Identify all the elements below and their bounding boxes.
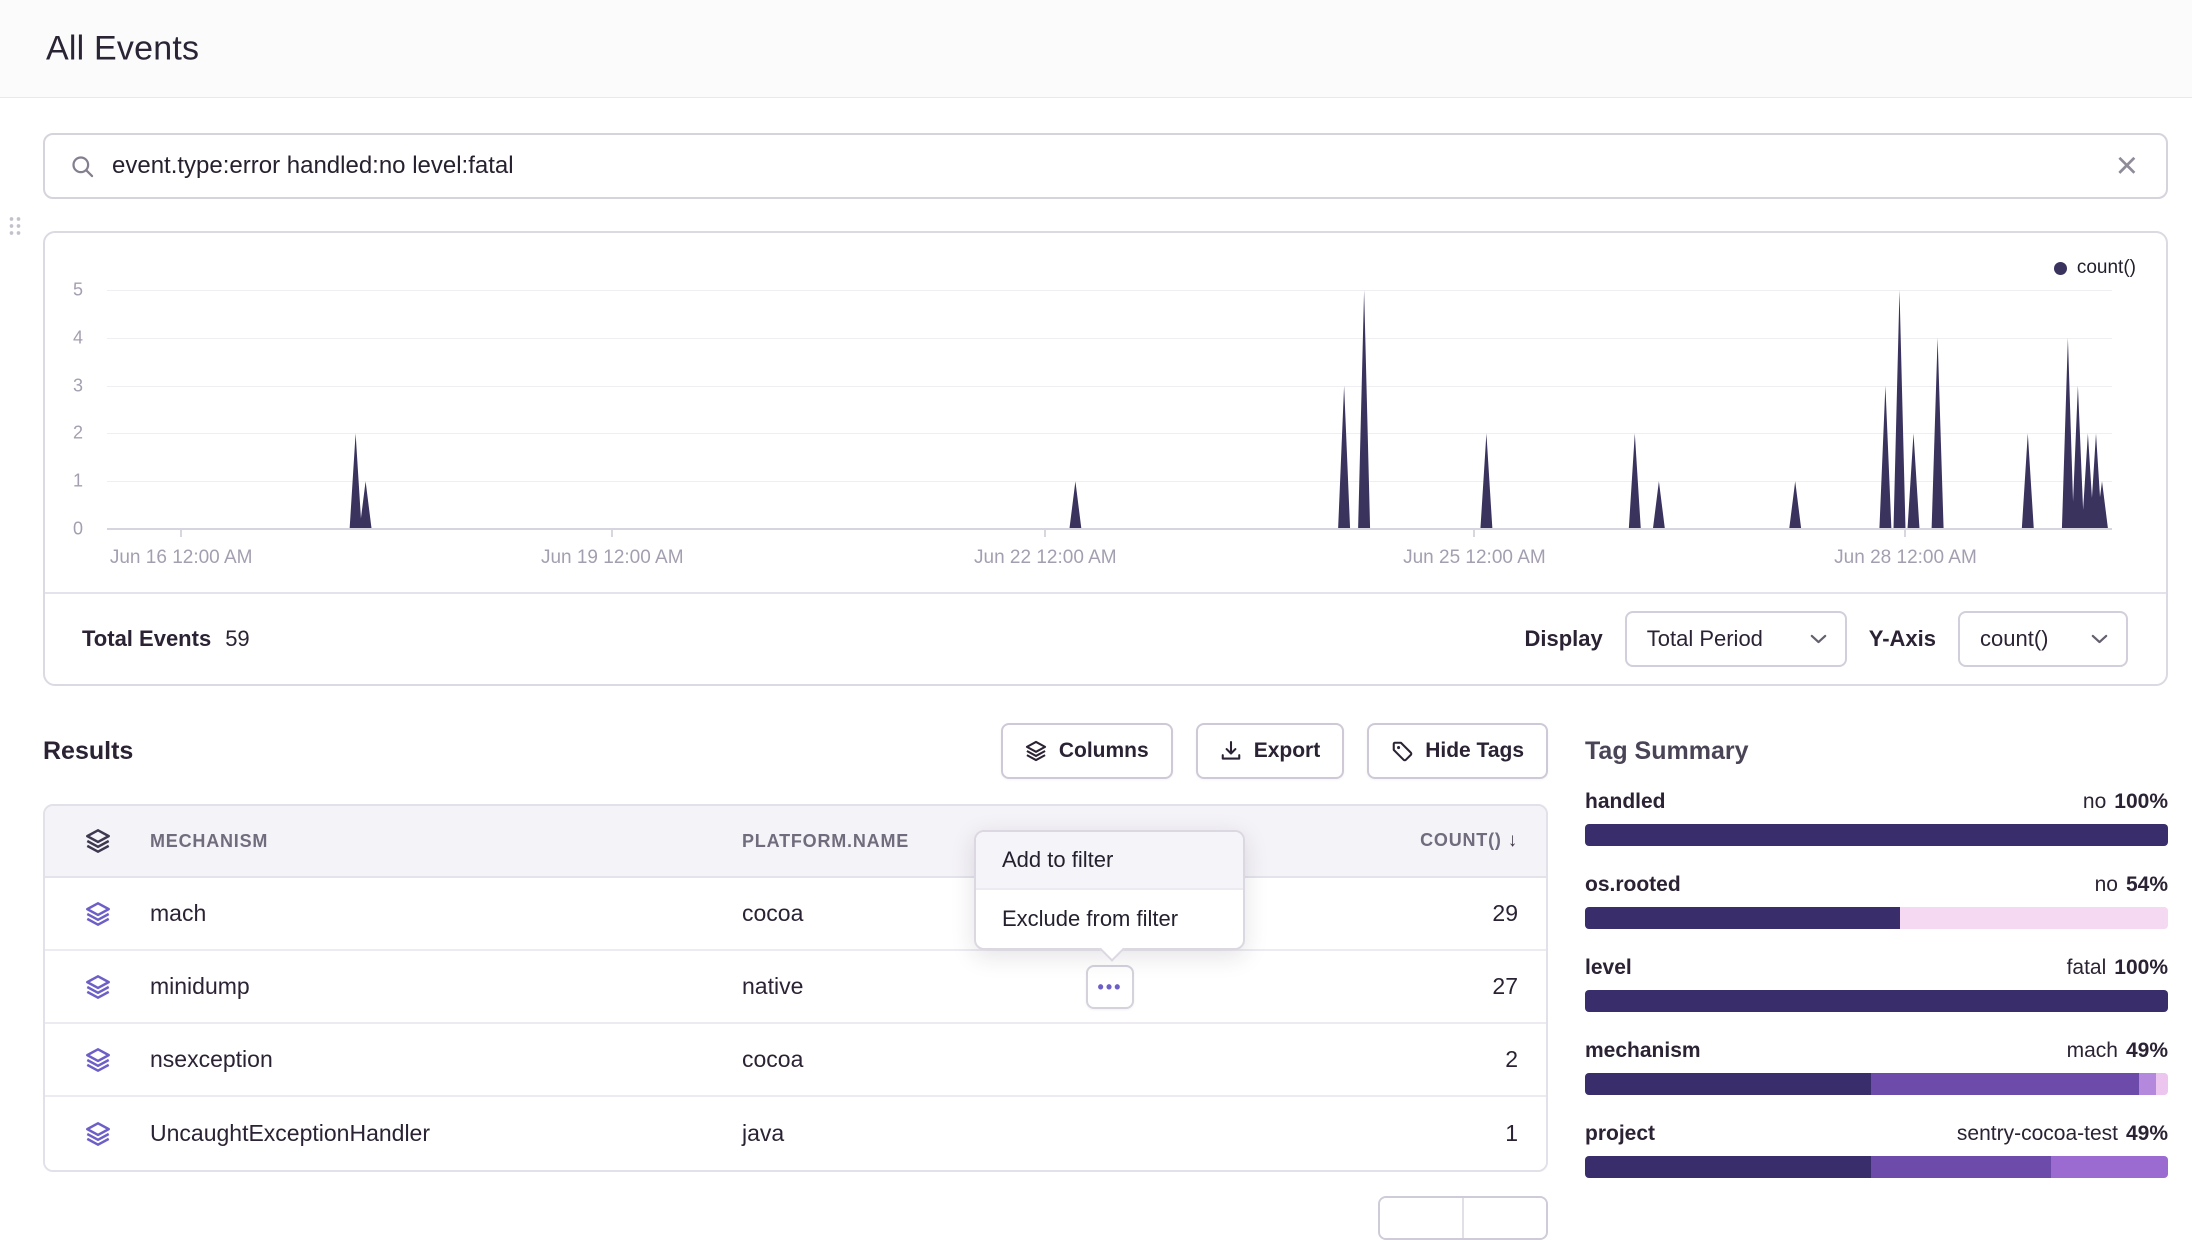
platform-cell: java <box>742 1120 1306 1147</box>
display-select-value: Total Period <box>1647 626 1763 652</box>
tag-top-value: no <box>2095 873 2118 897</box>
events-chart-panel: count() 012345 Jun 16 12:00 AMJun 19 12:… <box>43 231 2168 686</box>
total-events: Total Events 59 <box>82 626 250 652</box>
tag-name: mechanism <box>1585 1039 1701 1063</box>
tag-top-percent: 54% <box>2126 873 2168 897</box>
yaxis-label: Y-Axis <box>1869 626 1936 652</box>
count-cell: 27 <box>1306 973 1546 1000</box>
column-header-count[interactable]: COUNT() ↓ <box>1306 830 1546 852</box>
export-button-label: Export <box>1254 739 1321 763</box>
table-row[interactable]: mach cocoa 29 <box>45 878 1546 951</box>
layers-icon <box>85 828 111 854</box>
layers-icon <box>85 901 111 927</box>
cell-actions-button[interactable]: ••• <box>1086 965 1134 1009</box>
drag-handle[interactable] <box>8 214 24 240</box>
search-input[interactable]: event.type:error handled:no level:fatal <box>112 152 2096 180</box>
chart-legend[interactable]: count() <box>2054 257 2136 279</box>
platform-cell: cocoa <box>742 1046 1306 1073</box>
context-menu: Add to filter Exclude from filter <box>974 830 1245 950</box>
layers-icon <box>85 1047 111 1073</box>
results-heading: Results <box>43 737 133 766</box>
tag-summary: Tag Summary handled no 100% os.rooted no… <box>1585 737 2168 1205</box>
chart-y-axis: 012345 <box>45 290 93 529</box>
tag-top-value: no <box>2083 790 2106 814</box>
tag-distribution-bar[interactable] <box>1585 824 2168 846</box>
columns-button-label: Columns <box>1059 739 1149 763</box>
drag-dots-icon <box>8 214 22 238</box>
tag-entry: mechanism mach 49% <box>1585 1039 2168 1095</box>
page-title: All Events <box>46 29 199 68</box>
chart-plot[interactable] <box>107 290 2112 529</box>
chart-x-axis: Jun 16 12:00 AMJun 19 12:00 AMJun 22 12:… <box>107 547 2112 571</box>
table-row[interactable]: nsexception cocoa 2 <box>45 1024 1546 1097</box>
clear-search-button[interactable]: × <box>2112 147 2142 185</box>
chart-x-ticks <box>107 530 2112 538</box>
results-table: MECHANISM PLATFORM.NAME COUNT()↓ mach co… <box>43 804 1548 1172</box>
mechanism-cell: mach <box>150 900 742 927</box>
tag-icon <box>1391 740 1413 762</box>
display-label: Display <box>1524 626 1602 652</box>
results-toolbar: Columns Export Hide Tags <box>1001 723 1548 779</box>
export-button[interactable]: Export <box>1196 723 1345 779</box>
tag-top-value: fatal <box>2067 956 2107 980</box>
mechanism-cell: UncaughtExceptionHandler <box>150 1120 742 1147</box>
legend-label: count() <box>2077 257 2136 279</box>
page-header: All Events <box>0 0 2192 98</box>
hide-tags-button-label: Hide Tags <box>1425 739 1524 763</box>
platform-cell: native <box>742 973 1306 1000</box>
tag-top-value: sentry-cocoa-test <box>1957 1122 2118 1146</box>
tag-name: handled <box>1585 790 1666 814</box>
tag-name: os.rooted <box>1585 873 1681 897</box>
chevron-down-icon <box>2091 634 2108 644</box>
tag-entry: handled no 100% <box>1585 790 2168 846</box>
mechanism-cell: nsexception <box>150 1046 742 1073</box>
pagination-next-button[interactable] <box>1464 1198 1546 1238</box>
display-select[interactable]: Total Period <box>1625 611 1847 667</box>
table-row[interactable]: minidump native 27 <box>45 951 1546 1024</box>
tag-top-value: mach <box>2067 1039 2118 1063</box>
tag-summary-heading: Tag Summary <box>1585 737 2168 766</box>
count-header-label: COUNT() <box>1420 830 1502 850</box>
layers-icon <box>85 1121 111 1147</box>
tag-distribution-bar[interactable] <box>1585 1073 2168 1095</box>
tag-distribution-bar[interactable] <box>1585 907 2168 929</box>
count-cell: 1 <box>1306 1120 1546 1147</box>
chart-footer: Total Events 59 Display Total Period Y-A… <box>45 592 2166 684</box>
table-header-row: MECHANISM PLATFORM.NAME COUNT()↓ <box>45 806 1546 878</box>
layers-icon <box>85 974 111 1000</box>
download-icon <box>1220 740 1242 762</box>
total-events-value: 59 <box>225 626 249 652</box>
tag-distribution-bar[interactable] <box>1585 1156 2168 1178</box>
column-header-mechanism[interactable]: MECHANISM <box>150 831 742 852</box>
tag-entry: os.rooted no 54% <box>1585 873 2168 929</box>
legend-dot-icon <box>2054 262 2067 275</box>
columns-button[interactable]: Columns <box>1001 723 1173 779</box>
tag-entry: level fatal 100% <box>1585 956 2168 1012</box>
results-header: Results Columns Export Hide Tags <box>43 723 1548 779</box>
yaxis-select[interactable]: count() <box>1958 611 2128 667</box>
yaxis-select-value: count() <box>1980 626 2048 652</box>
layers-icon <box>1025 740 1047 762</box>
search-bar[interactable]: event.type:error handled:no level:fatal … <box>43 133 2168 199</box>
table-row[interactable]: UncaughtExceptionHandler java 1 <box>45 1097 1546 1170</box>
tag-top-percent: 100% <box>2114 956 2168 980</box>
count-cell: 29 <box>1306 900 1546 927</box>
tag-name: level <box>1585 956 1632 980</box>
hide-tags-button[interactable]: Hide Tags <box>1367 723 1548 779</box>
tag-distribution-bar[interactable] <box>1585 990 2168 1012</box>
tag-top-percent: 100% <box>2114 790 2168 814</box>
pagination <box>1378 1196 1548 1240</box>
tag-name: project <box>1585 1122 1655 1146</box>
tag-entry: project sentry-cocoa-test 49% <box>1585 1122 2168 1178</box>
menu-item-add-to-filter[interactable]: Add to filter <box>976 832 1243 890</box>
tag-top-percent: 49% <box>2126 1039 2168 1063</box>
search-icon <box>69 153 96 180</box>
total-events-label: Total Events <box>82 626 211 652</box>
sort-desc-icon: ↓ <box>1508 830 1518 851</box>
mechanism-cell: minidump <box>150 973 742 1000</box>
chevron-down-icon <box>1810 634 1827 644</box>
count-cell: 2 <box>1306 1046 1546 1073</box>
pagination-prev-button[interactable] <box>1380 1198 1464 1238</box>
tag-top-percent: 49% <box>2126 1122 2168 1146</box>
